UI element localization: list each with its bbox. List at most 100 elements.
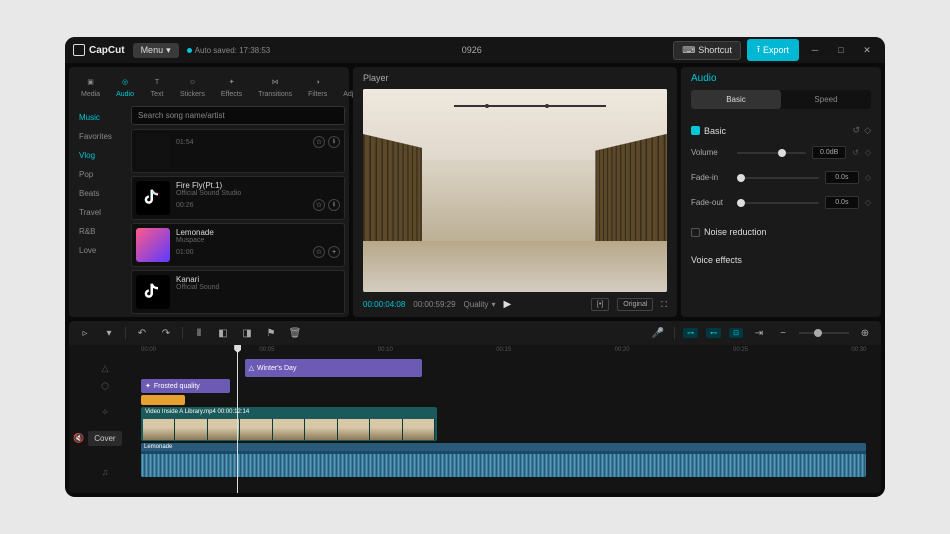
- export-button[interactable]: ⭱ Export: [747, 39, 799, 61]
- tab-media[interactable]: ▣Media: [77, 73, 104, 100]
- keyframe-icon[interactable]: ◇: [864, 125, 871, 136]
- fullscreen-icon[interactable]: ⛶: [661, 300, 667, 310]
- chevron-down-icon[interactable]: ▾: [101, 325, 117, 341]
- keyframe-icon[interactable]: ◇: [865, 148, 871, 157]
- song-title: Lemonade: [176, 228, 340, 237]
- link-chip[interactable]: ⊷: [706, 328, 721, 338]
- song-artist: Official Sound Studio: [176, 190, 340, 197]
- fadein-slider[interactable]: [737, 177, 819, 179]
- cat-travel[interactable]: Travel: [69, 203, 127, 222]
- cat-rnb[interactable]: R&B: [69, 222, 127, 241]
- delete-left-icon[interactable]: ◧: [215, 325, 231, 341]
- fadein-value[interactable]: 0.0s: [825, 171, 859, 184]
- waveform: [141, 454, 866, 477]
- favorite-icon[interactable]: ☆: [313, 136, 325, 148]
- tiktok-icon: [143, 282, 163, 302]
- original-button[interactable]: Original: [617, 298, 653, 311]
- marker-icon[interactable]: ⚑: [263, 325, 279, 341]
- checkbox-icon[interactable]: [691, 228, 700, 237]
- ratio-button[interactable]: [•]: [591, 298, 609, 311]
- cat-pop[interactable]: Pop: [69, 165, 127, 184]
- zoom-slider[interactable]: [799, 332, 849, 334]
- tab-transitions[interactable]: ⋈Transitions: [254, 73, 296, 100]
- favorite-icon[interactable]: ☆: [313, 246, 325, 258]
- cover-button[interactable]: Cover: [88, 431, 121, 446]
- reset-icon[interactable]: ↺: [852, 148, 859, 157]
- song-item[interactable]: Kanari Official Sound: [131, 270, 345, 314]
- download-icon[interactable]: ⭳: [328, 136, 340, 148]
- tab-text[interactable]: TText: [146, 73, 168, 100]
- mute-icon[interactable]: 🔇: [73, 433, 84, 444]
- tab-audio[interactable]: ◎Audio: [112, 73, 138, 100]
- checkbox-icon[interactable]: [691, 126, 700, 135]
- media-icon: ▣: [84, 75, 98, 89]
- current-time: 00:00:04:08: [363, 300, 405, 309]
- search-input[interactable]: Search song name/artist: [131, 106, 345, 125]
- snap-chip[interactable]: ⊶: [683, 328, 698, 338]
- undo-icon[interactable]: ↶: [134, 325, 150, 341]
- sticker-clip[interactable]: ✦Frosted quality: [141, 379, 230, 393]
- minimize-button[interactable]: ─: [805, 40, 825, 60]
- time-ruler[interactable]: 00:00 00:05 00:10 00:15 00:20 00:25 00:3…: [141, 345, 881, 359]
- zoom-out-icon[interactable]: −: [775, 325, 791, 341]
- caption-clip[interactable]: △Winter's Day: [245, 359, 423, 377]
- volume-slider[interactable]: [737, 152, 806, 154]
- song-item[interactable]: Lemonade Muspace 01:00 ☆ +: [131, 223, 345, 267]
- effect-clip[interactable]: [141, 395, 185, 405]
- reset-icon[interactable]: ↺: [853, 125, 861, 136]
- keyframe-icon[interactable]: ◇: [865, 173, 871, 182]
- fadeout-row: Fade-out 0.0s ◇: [691, 196, 871, 209]
- collapse-icon[interactable]: ⇥: [751, 325, 767, 341]
- mic-icon[interactable]: 🎤: [650, 325, 666, 341]
- keyframe-icon[interactable]: ◇: [865, 198, 871, 207]
- timeline-gutter: △ ⬡ ✧ 🔇 Cover ♫: [69, 345, 141, 493]
- quality-menu[interactable]: Quality ▾: [464, 300, 496, 309]
- close-button[interactable]: ✕: [857, 40, 877, 60]
- player-viewport[interactable]: [363, 89, 667, 292]
- tab-basic[interactable]: Basic: [691, 90, 781, 109]
- play-button[interactable]: ▶: [503, 299, 511, 310]
- playhead[interactable]: [237, 345, 238, 493]
- effect-track: [141, 395, 881, 405]
- fadeout-value[interactable]: 0.0s: [825, 196, 859, 209]
- lock-icon[interactable]: ⬡: [69, 377, 141, 395]
- song-item[interactable]: Fire Fly(Pt.1) Official Sound Studio 00:…: [131, 176, 345, 220]
- tab-speed[interactable]: Speed: [781, 90, 871, 109]
- download-icon[interactable]: ⭳: [328, 199, 340, 211]
- cat-music[interactable]: Music: [69, 108, 127, 127]
- redo-icon[interactable]: ↷: [158, 325, 174, 341]
- shortcut-button[interactable]: ⌨ Shortcut: [673, 41, 741, 60]
- cat-vlog[interactable]: Vlog: [69, 146, 127, 165]
- cat-love[interactable]: Love: [69, 241, 127, 260]
- zoom-fit-icon[interactable]: ⊕: [857, 325, 873, 341]
- props-tabs: Basic Speed: [691, 90, 871, 109]
- tab-filters[interactable]: ◑Filters: [304, 73, 331, 100]
- noise-label: Noise reduction: [704, 227, 767, 237]
- caption-track-icon[interactable]: △: [69, 359, 141, 377]
- split-icon[interactable]: Ⅱ: [191, 325, 207, 341]
- sticker-track-icon[interactable]: ✧: [69, 403, 141, 421]
- volume-value[interactable]: 0.0dB: [812, 146, 846, 159]
- cat-favorites[interactable]: Favorites: [69, 127, 127, 146]
- tab-stickers[interactable]: ☺Stickers: [176, 73, 209, 100]
- favorite-icon[interactable]: ☆: [313, 199, 325, 211]
- timeline-tracks[interactable]: 00:00 00:05 00:10 00:15 00:20 00:25 00:3…: [141, 345, 881, 493]
- song-thumb: [136, 228, 170, 262]
- section-label: Basic: [704, 126, 726, 136]
- tab-effects[interactable]: ✦Effects: [217, 73, 246, 100]
- video-clip[interactable]: Video Inside A Library.mp4 00:00:12:14: [141, 407, 437, 441]
- audio-clip[interactable]: Lemonade: [141, 443, 866, 477]
- fadeout-slider[interactable]: [737, 202, 819, 204]
- maximize-button[interactable]: □: [831, 40, 851, 60]
- cat-beats[interactable]: Beats: [69, 184, 127, 203]
- select-tool-icon[interactable]: ▹: [77, 325, 93, 341]
- delete-icon[interactable]: 🗑: [287, 325, 303, 341]
- keyboard-icon: ⌨: [682, 45, 695, 56]
- song-item[interactable]: 01:54 ☆ ⭳: [131, 129, 345, 173]
- delete-right-icon[interactable]: ◨: [239, 325, 255, 341]
- song-info: Kanari Official Sound: [176, 275, 340, 309]
- audio-track-icon[interactable]: ♫: [69, 455, 141, 489]
- preview-chip[interactable]: ⊡: [729, 328, 743, 338]
- add-icon[interactable]: +: [328, 246, 340, 258]
- menu-button[interactable]: Menu ▾: [133, 43, 179, 58]
